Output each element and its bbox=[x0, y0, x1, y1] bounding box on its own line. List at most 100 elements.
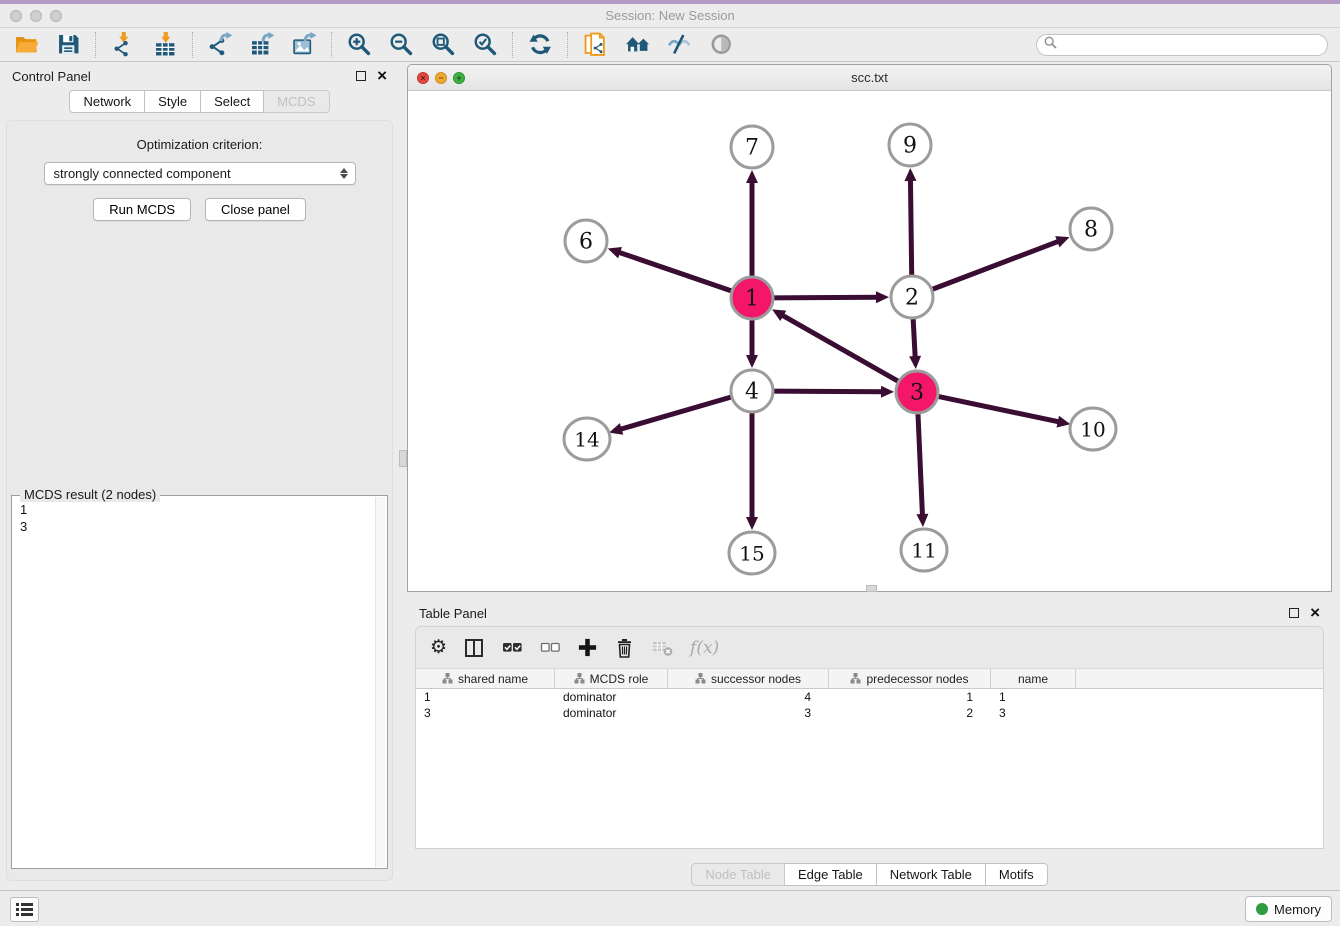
column-header-MCDS-role[interactable]: MCDS role bbox=[555, 669, 668, 688]
memory-button[interactable]: Memory bbox=[1245, 896, 1332, 922]
save-session-button[interactable] bbox=[54, 31, 82, 58]
deselect-all-button[interactable] bbox=[540, 638, 561, 657]
control-panel-title: Control Panel bbox=[12, 69, 91, 84]
chevron-up-icon bbox=[340, 168, 348, 173]
close-panel-icon[interactable]: × bbox=[377, 71, 387, 81]
cell-successor-nodes[interactable]: 3 bbox=[668, 705, 829, 721]
table-tab-network-table[interactable]: Network Table bbox=[877, 863, 986, 886]
float-panel-icon[interactable] bbox=[356, 71, 366, 81]
mcds-result-list[interactable]: 13 bbox=[12, 496, 375, 868]
select-all-button[interactable] bbox=[502, 638, 523, 657]
delete-table-button[interactable] bbox=[652, 638, 673, 657]
table-row[interactable]: 1dominator411 bbox=[416, 689, 1323, 705]
tab-mcds[interactable]: MCDS bbox=[264, 90, 329, 113]
zoom-out-button[interactable] bbox=[387, 31, 415, 58]
tab-style[interactable]: Style bbox=[145, 90, 201, 113]
task-history-button[interactable] bbox=[10, 897, 39, 922]
node-8[interactable]: 8 bbox=[1070, 208, 1112, 250]
edge-1-4[interactable] bbox=[746, 316, 758, 368]
edge-4-3[interactable] bbox=[770, 386, 894, 398]
column-header-predecessor-nodes[interactable]: predecessor nodes bbox=[829, 669, 991, 688]
edge-3-1[interactable] bbox=[772, 309, 901, 383]
run-mcds-button[interactable]: Run MCDS bbox=[93, 198, 191, 221]
table-tab-edge-table[interactable]: Edge Table bbox=[785, 863, 877, 886]
app-titlebar[interactable]: Session: New Session bbox=[0, 4, 1340, 28]
cell-predecessor-nodes[interactable]: 2 bbox=[829, 705, 991, 721]
svg-text:9: 9 bbox=[903, 134, 917, 159]
table-tab-motifs[interactable]: Motifs bbox=[986, 863, 1048, 886]
search-input[interactable] bbox=[1061, 36, 1327, 54]
cell-MCDS-role[interactable]: dominator bbox=[555, 705, 668, 721]
node-4[interactable]: 4 bbox=[731, 370, 773, 412]
edge-1-6[interactable] bbox=[608, 247, 735, 292]
result-scrollbar[interactable] bbox=[375, 497, 386, 867]
edge-1-2[interactable] bbox=[770, 291, 889, 303]
column-header-successor-nodes[interactable]: successor nodes bbox=[668, 669, 829, 688]
node-10[interactable]: 10 bbox=[1070, 408, 1116, 450]
criterion-select[interactable]: strongly connected component bbox=[44, 162, 356, 185]
table-tab-node-table[interactable]: Node Table bbox=[691, 863, 785, 886]
cell-name[interactable]: 1 bbox=[991, 689, 1076, 705]
zoom-selected-button[interactable] bbox=[471, 31, 499, 58]
close-table-panel-icon[interactable]: × bbox=[1310, 608, 1320, 618]
node-7[interactable]: 7 bbox=[731, 126, 773, 168]
column-header-shared-name[interactable]: shared name bbox=[416, 669, 555, 688]
zoom-in-icon bbox=[347, 32, 372, 57]
zoom-in-button[interactable] bbox=[345, 31, 373, 58]
edge-2-9[interactable] bbox=[904, 168, 916, 279]
column-label: shared name bbox=[458, 672, 528, 686]
hide-panel-button[interactable] bbox=[665, 31, 693, 58]
export-network-button[interactable] bbox=[206, 31, 234, 58]
zoom-fit-button[interactable] bbox=[429, 31, 457, 58]
edge-2-8[interactable] bbox=[929, 236, 1070, 290]
node-1-selected[interactable]: 1 bbox=[731, 277, 773, 319]
network-canvas[interactable]: 7 9 6 8 1 2 4 3 14 10 15 11 bbox=[408, 91, 1331, 591]
cell-MCDS-role[interactable]: dominator bbox=[555, 689, 668, 705]
function-builder-button[interactable]: f(x) bbox=[690, 638, 719, 658]
columns-button[interactable] bbox=[464, 638, 485, 658]
tab-select[interactable]: Select bbox=[201, 90, 264, 113]
zoom-out-icon bbox=[389, 32, 414, 57]
export-table-button[interactable] bbox=[248, 31, 276, 58]
cell-shared-name[interactable]: 1 bbox=[416, 689, 555, 705]
node-15[interactable]: 15 bbox=[729, 532, 775, 574]
search-field[interactable] bbox=[1036, 34, 1328, 56]
node-9[interactable]: 9 bbox=[889, 124, 931, 166]
show-panel-button[interactable] bbox=[707, 31, 735, 58]
import-table-button[interactable] bbox=[151, 31, 179, 58]
edge-1-7[interactable] bbox=[746, 170, 758, 280]
edge-3-11[interactable] bbox=[916, 410, 928, 527]
cell-predecessor-nodes[interactable]: 1 bbox=[829, 689, 991, 705]
table-row[interactable]: 3dominator323 bbox=[416, 705, 1323, 721]
float-table-panel-icon[interactable] bbox=[1289, 608, 1299, 618]
node-2[interactable]: 2 bbox=[891, 276, 933, 318]
horizontal-splitter-handle[interactable] bbox=[866, 585, 877, 592]
node-3-selected[interactable]: 3 bbox=[896, 371, 938, 413]
home-button[interactable] bbox=[623, 31, 651, 58]
delete-button[interactable] bbox=[614, 637, 635, 658]
control-panel-tabs: NetworkStyleSelectMCDS bbox=[69, 90, 329, 113]
edge-4-15[interactable] bbox=[746, 409, 758, 530]
list-icon bbox=[16, 902, 33, 917]
network-from-selection-button[interactable] bbox=[581, 31, 609, 58]
edge-4-14[interactable] bbox=[609, 396, 735, 435]
network-window-titlebar[interactable]: × − + scc.txt bbox=[408, 65, 1331, 91]
add-button[interactable] bbox=[578, 638, 597, 657]
settings-button[interactable]: ⚙ bbox=[430, 638, 447, 658]
vertical-splitter-handle[interactable] bbox=[399, 450, 407, 467]
close-panel-button[interactable]: Close panel bbox=[205, 198, 306, 221]
refresh-layout-button[interactable] bbox=[526, 31, 554, 58]
edge-3-10[interactable] bbox=[935, 396, 1071, 428]
open-session-button[interactable] bbox=[12, 31, 40, 58]
cell-name[interactable]: 3 bbox=[991, 705, 1076, 721]
node-6[interactable]: 6 bbox=[565, 220, 607, 262]
column-header-name[interactable]: name bbox=[991, 669, 1076, 688]
export-image-button[interactable] bbox=[290, 31, 318, 58]
tab-network[interactable]: Network bbox=[69, 90, 145, 113]
node-14[interactable]: 14 bbox=[564, 418, 610, 460]
edge-2-3[interactable] bbox=[909, 315, 921, 369]
node-11[interactable]: 11 bbox=[901, 529, 947, 571]
import-network-button[interactable] bbox=[109, 31, 137, 58]
cell-successor-nodes[interactable]: 4 bbox=[668, 689, 829, 705]
cell-shared-name[interactable]: 3 bbox=[416, 705, 555, 721]
